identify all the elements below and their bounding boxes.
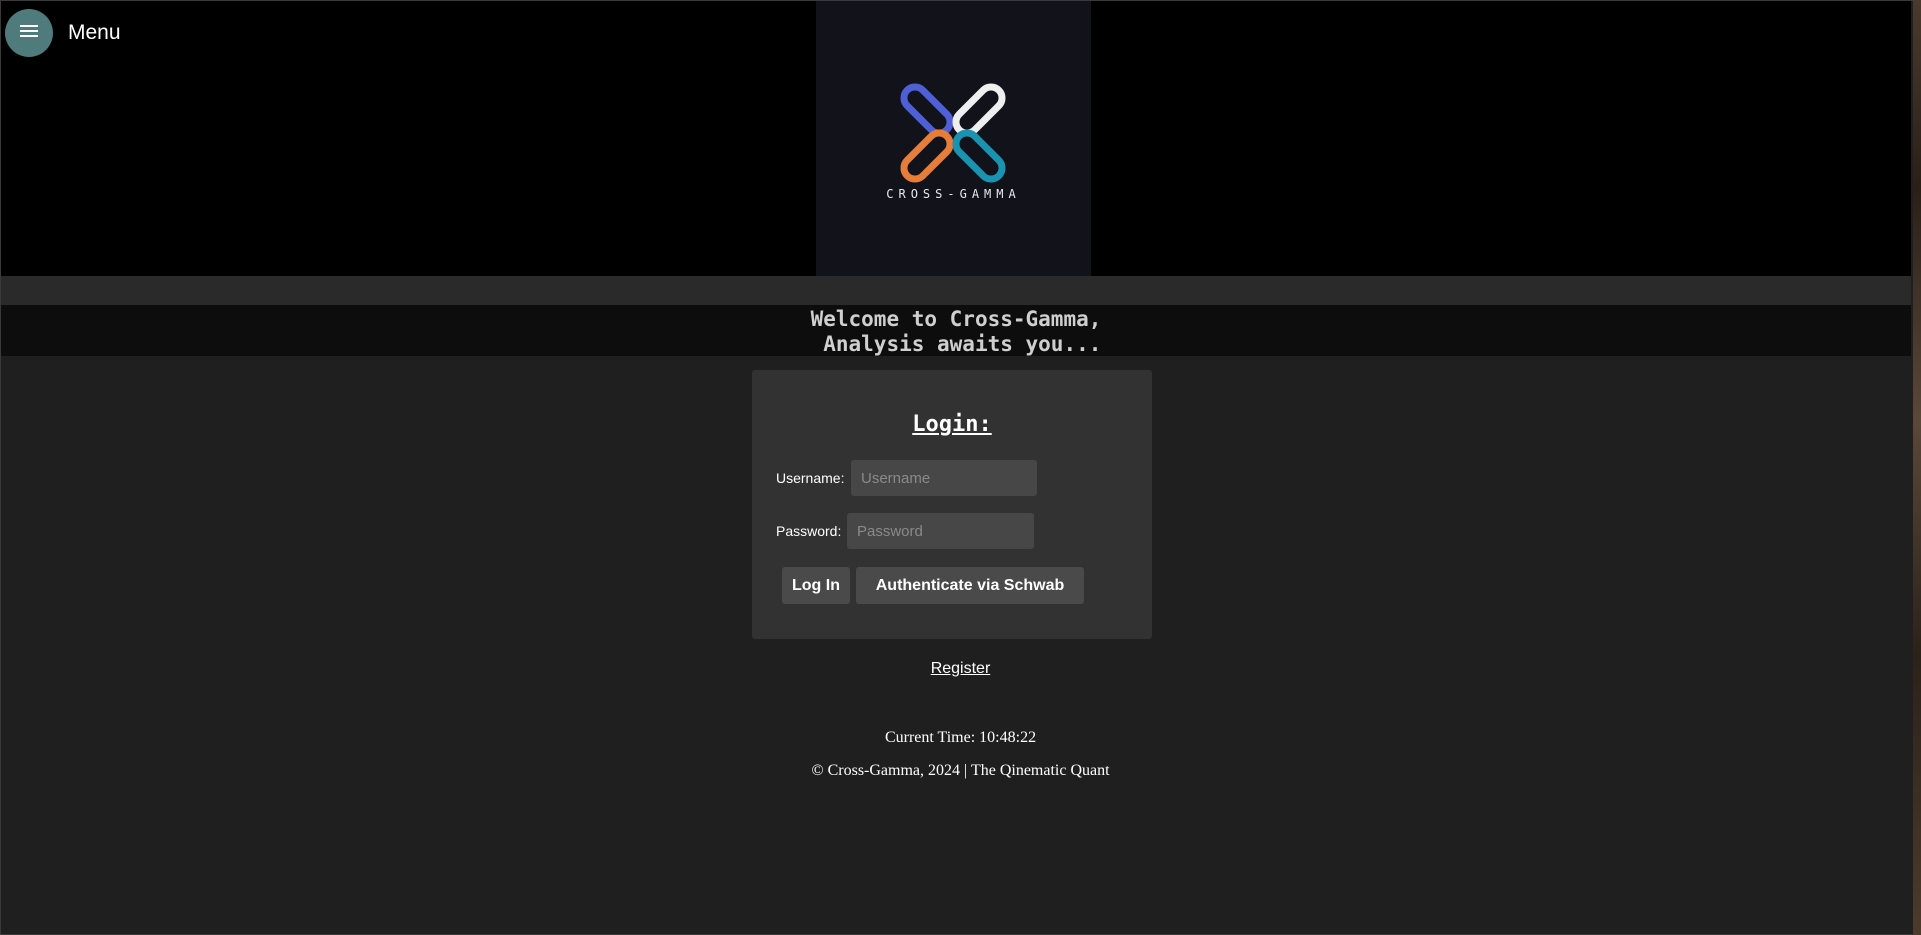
password-label: Password: [776,523,842,539]
password-input[interactable] [847,513,1034,549]
username-input[interactable] [851,460,1037,496]
log-in-button[interactable]: Log In [782,567,850,604]
welcome-text: Welcome to Cross-Gamma, Analysis awaits … [810,307,1102,356]
logo-text: CROSS-GAMMA [886,187,1021,201]
site-header: Menu CROSS-GAMMA [1,1,1911,276]
login-title: Login: [912,412,992,437]
authenticate-schwab-button[interactable]: Authenticate via Schwab [856,567,1084,604]
copyright: © Cross-Gamma, 2024 | The Qinematic Quan… [811,762,1110,779]
menu-label[interactable]: Menu [68,21,121,45]
menu-button[interactable] [5,9,53,57]
welcome-banner: Welcome to Cross-Gamma, Analysis awaits … [1,305,1911,356]
divider-band [1,276,1911,305]
username-label: Username: [776,470,845,486]
cross-gamma-logo-icon [900,83,1006,183]
current-time-value: 10:48:22 [979,729,1037,746]
login-card: Login: Username: Password: Log In Authen… [752,370,1152,639]
current-time: Current Time: 10:48:22 [0,729,1921,747]
current-time-label: Current Time: [884,729,976,746]
hamburger-icon [19,23,39,44]
logo: CROSS-GAMMA [816,1,1091,276]
background-edge [1913,0,1921,935]
register-link[interactable]: Register [0,660,1921,678]
